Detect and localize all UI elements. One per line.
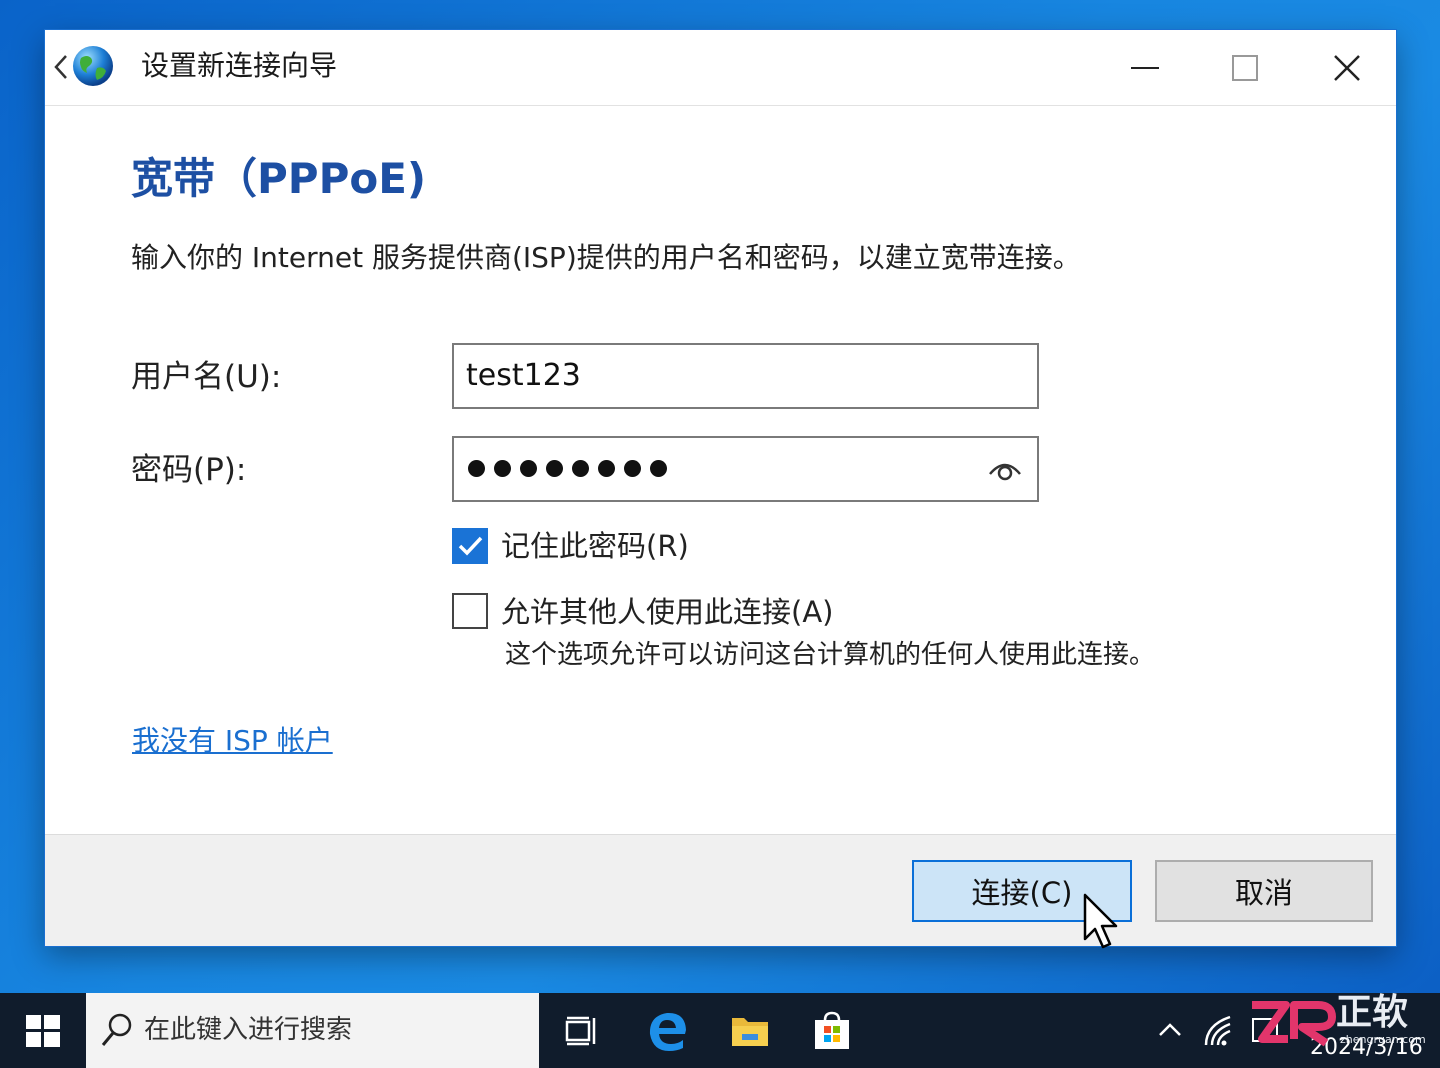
back-arrow-icon[interactable] bbox=[51, 50, 71, 84]
chevron-up-icon[interactable] bbox=[1152, 1013, 1188, 1047]
password-dot bbox=[520, 460, 537, 477]
windows-logo-icon bbox=[26, 1015, 60, 1047]
password-label: 密码(P): bbox=[131, 452, 247, 488]
password-dot bbox=[494, 460, 511, 477]
password-dot bbox=[598, 460, 615, 477]
checkmark-icon bbox=[458, 536, 483, 556]
taskbar-search-box[interactable]: 在此键入进行搜索 bbox=[86, 993, 539, 1068]
watermark-logo: 正软 zhengruan.com bbox=[1248, 992, 1428, 1051]
username-input[interactable]: test123 bbox=[452, 343, 1039, 409]
connection-wizard-dialog: 设置新连接向导 宽带（PPPoE) 输入你的 Internet 服务提供商(IS… bbox=[45, 30, 1396, 946]
minimize-icon bbox=[1131, 67, 1159, 69]
password-input[interactable] bbox=[452, 436, 1039, 502]
page-heading: 宽带（PPPoE) bbox=[131, 154, 427, 203]
maximize-icon bbox=[1232, 55, 1258, 81]
search-icon bbox=[101, 1013, 132, 1046]
allow-others-label[interactable]: 允许其他人使用此连接(A) bbox=[501, 592, 833, 632]
eye-icon[interactable] bbox=[987, 454, 1023, 484]
maximize-button[interactable] bbox=[1195, 30, 1295, 106]
close-icon bbox=[1334, 55, 1360, 81]
no-isp-account-link[interactable]: 我没有 ISP 帐户 bbox=[132, 721, 333, 761]
instructions-text: 输入你的 Internet 服务提供商(ISP)提供的用户名和密码，以建立宽带连… bbox=[131, 241, 1081, 274]
username-value: test123 bbox=[466, 358, 581, 393]
store-icon bbox=[815, 1011, 849, 1049]
search-placeholder: 在此键入进行搜索 bbox=[144, 1015, 353, 1045]
password-dot bbox=[546, 460, 563, 477]
watermark-url: zhengruan.com bbox=[1340, 1033, 1426, 1046]
password-dot bbox=[624, 460, 641, 477]
close-button[interactable] bbox=[1297, 30, 1397, 106]
password-dot bbox=[468, 460, 485, 477]
edge-icon bbox=[649, 1012, 686, 1051]
watermark-brand: 正软 bbox=[1336, 992, 1409, 1033]
taskbar: 在此键入进行搜索 2024/3/16 bbox=[0, 993, 1440, 1068]
start-button[interactable] bbox=[0, 993, 86, 1068]
password-mask bbox=[468, 460, 676, 478]
remember-password-checkbox[interactable] bbox=[452, 528, 488, 564]
cancel-button[interactable]: 取消 bbox=[1155, 860, 1373, 922]
minimize-button[interactable] bbox=[1095, 30, 1195, 106]
dialog-footer: 连接(C) 取消 bbox=[45, 834, 1396, 946]
allow-others-checkbox[interactable] bbox=[452, 593, 488, 629]
password-dot bbox=[572, 460, 589, 477]
edge-button[interactable] bbox=[628, 993, 708, 1068]
zr-logo-icon bbox=[1252, 1001, 1336, 1047]
network-icon[interactable] bbox=[1200, 1009, 1242, 1051]
title-bar: 设置新连接向导 bbox=[45, 30, 1396, 106]
mouse-pointer-icon bbox=[1083, 893, 1118, 949]
task-view-button[interactable] bbox=[542, 993, 622, 1068]
remember-password-label[interactable]: 记住此密码(R) bbox=[501, 526, 689, 566]
store-button[interactable] bbox=[792, 993, 872, 1068]
window-title: 设置新连接向导 bbox=[141, 49, 338, 82]
file-explorer-button[interactable] bbox=[710, 993, 790, 1068]
task-view-icon bbox=[565, 1016, 596, 1045]
allow-others-description: 这个选项允许可以访问这台计算机的任何人使用此连接。 bbox=[505, 640, 1156, 670]
password-dot bbox=[650, 460, 667, 477]
globe-icon bbox=[73, 46, 113, 86]
file-explorer-icon bbox=[732, 1017, 768, 1046]
username-label: 用户名(U): bbox=[131, 359, 282, 395]
